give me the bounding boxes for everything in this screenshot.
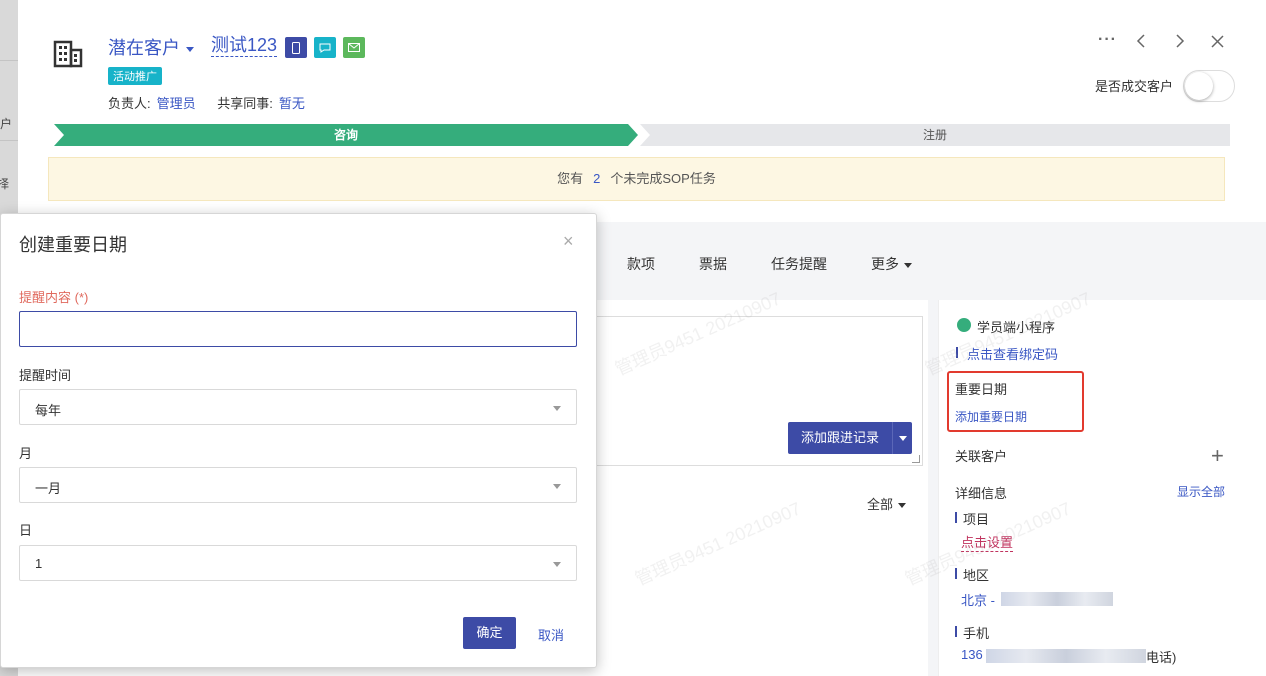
tab-task-reminder[interactable]: 任务提醒 (771, 254, 827, 274)
month-label: 月 (19, 446, 33, 461)
caret-down-icon (898, 503, 907, 509)
day-select[interactable]: 1 (19, 545, 577, 581)
add-followup-dropdown[interactable] (892, 422, 912, 454)
phone-value[interactable]: 136 (961, 647, 983, 662)
side-panel: 学员端小程序 点击查看绑定码 重要日期 添加重要日期 关联客户 + 详细信息 显… (938, 300, 1266, 676)
mail-icon (348, 43, 360, 52)
caret-down-icon (904, 262, 912, 268)
caret-down-icon (186, 46, 194, 52)
close-icon[interactable] (1211, 35, 1224, 48)
section-bar (955, 568, 957, 579)
plus-icon[interactable]: + (1211, 445, 1224, 467)
mini-program-label: 学员端小程序 (977, 320, 1056, 335)
day-value: 1 (35, 556, 43, 571)
switch-knob (1185, 72, 1213, 100)
tab-payment[interactable]: 款项 (627, 254, 655, 274)
close-icon[interactable]: × (563, 232, 574, 250)
share-label: 共享同事: (217, 96, 273, 111)
chat-button[interactable] (314, 37, 336, 58)
next-icon[interactable] (1175, 34, 1185, 48)
cancel-button[interactable]: 取消 (538, 625, 564, 644)
month-value: 一月 (35, 481, 62, 496)
modal-title: 创建重要日期 (19, 235, 127, 255)
time-value: 每年 (35, 403, 62, 418)
tab-more-label: 更多 (871, 256, 899, 272)
bind-code-link[interactable]: 点击查看绑定码 (967, 344, 1058, 363)
redacted-phone (986, 649, 1146, 663)
show-all-link[interactable]: 显示全部 (1177, 483, 1225, 500)
day-label: 日 (19, 523, 33, 538)
phone-label: 手机 (963, 626, 990, 641)
time-label: 提醒时间 (19, 368, 72, 383)
sop-notice: 您有 2 个未完成SOP任务 (48, 157, 1225, 201)
owner-link[interactable]: 管理员 (157, 96, 196, 111)
owner-label: 负责人: (108, 96, 151, 111)
sop-prefix: 您有 (557, 171, 584, 186)
month-select[interactable]: 一月 (19, 467, 577, 503)
detail-info-label: 详细信息 (955, 486, 1008, 501)
phone-suffix: 电话) (1146, 650, 1177, 665)
content-input[interactable] (19, 311, 577, 347)
region-label: 地区 (963, 568, 990, 583)
sop-suffix: 个未完成SOP任务 (610, 171, 716, 186)
stage-register[interactable]: 注册 (640, 124, 1230, 146)
confirm-button[interactable]: 确定 (463, 617, 516, 649)
add-important-date-link[interactable]: 添加重要日期 (955, 408, 1027, 425)
phone-button[interactable] (285, 37, 307, 58)
mail-button[interactable] (343, 37, 365, 58)
customer-type-dropdown[interactable]: 潜在客户 (108, 34, 194, 60)
time-select[interactable]: 每年 (19, 389, 577, 425)
tab-invoice[interactable]: 票据 (699, 254, 727, 274)
building-icon (53, 40, 83, 68)
stage-consult[interactable]: 咨询 (54, 124, 638, 146)
content-label: 提醒内容 (*) (19, 290, 89, 305)
add-followup-button[interactable]: 添加跟进记录 (788, 422, 892, 454)
section-bar (955, 626, 957, 637)
region-value[interactable]: 北京 - (961, 590, 995, 609)
filter-label: 全部 (867, 497, 894, 512)
owner-row: 负责人: 管理员 共享同事: 暂无 (108, 93, 323, 112)
customer-tag: 活动推广 (108, 67, 162, 85)
section-bar (956, 347, 958, 358)
customer-type-label: 潜在客户 (108, 38, 180, 58)
share-link[interactable]: 暂无 (279, 96, 305, 111)
deal-switch-label: 是否成交客户 (1095, 79, 1174, 94)
project-value[interactable]: 点击设置 (961, 532, 1014, 552)
chat-icon (319, 43, 331, 53)
bg-text: 择 (0, 177, 10, 191)
customer-name[interactable]: 测试123 (211, 34, 278, 57)
resize-handle-icon[interactable] (912, 455, 920, 463)
more-icon[interactable]: ··· (1098, 31, 1117, 49)
redacted-region (1001, 592, 1113, 606)
customer-header: 潜在客户 测试123 活动推广 负责人: 管理员 共享同事: 暂无 ··· 是否成交… (18, 0, 1266, 222)
phone-icon (292, 41, 300, 54)
important-date-title: 重要日期 (955, 382, 1008, 397)
project-label: 项目 (963, 512, 990, 527)
followup-filter[interactable]: 全部 (867, 494, 907, 513)
create-important-date-modal: 创建重要日期 × 提醒内容 (*) 提醒时间 每年 月 一月 日 1 确定 取消 (0, 213, 597, 668)
tab-more[interactable]: 更多 (871, 254, 912, 274)
deal-switch[interactable] (1183, 70, 1235, 102)
related-customer-label: 关联客户 (955, 449, 1008, 464)
section-bar (955, 512, 957, 523)
prev-icon[interactable] (1136, 34, 1146, 48)
bg-text: 户 (0, 117, 13, 131)
link-icon (957, 318, 971, 332)
sop-count-link[interactable]: 2 (593, 171, 600, 186)
